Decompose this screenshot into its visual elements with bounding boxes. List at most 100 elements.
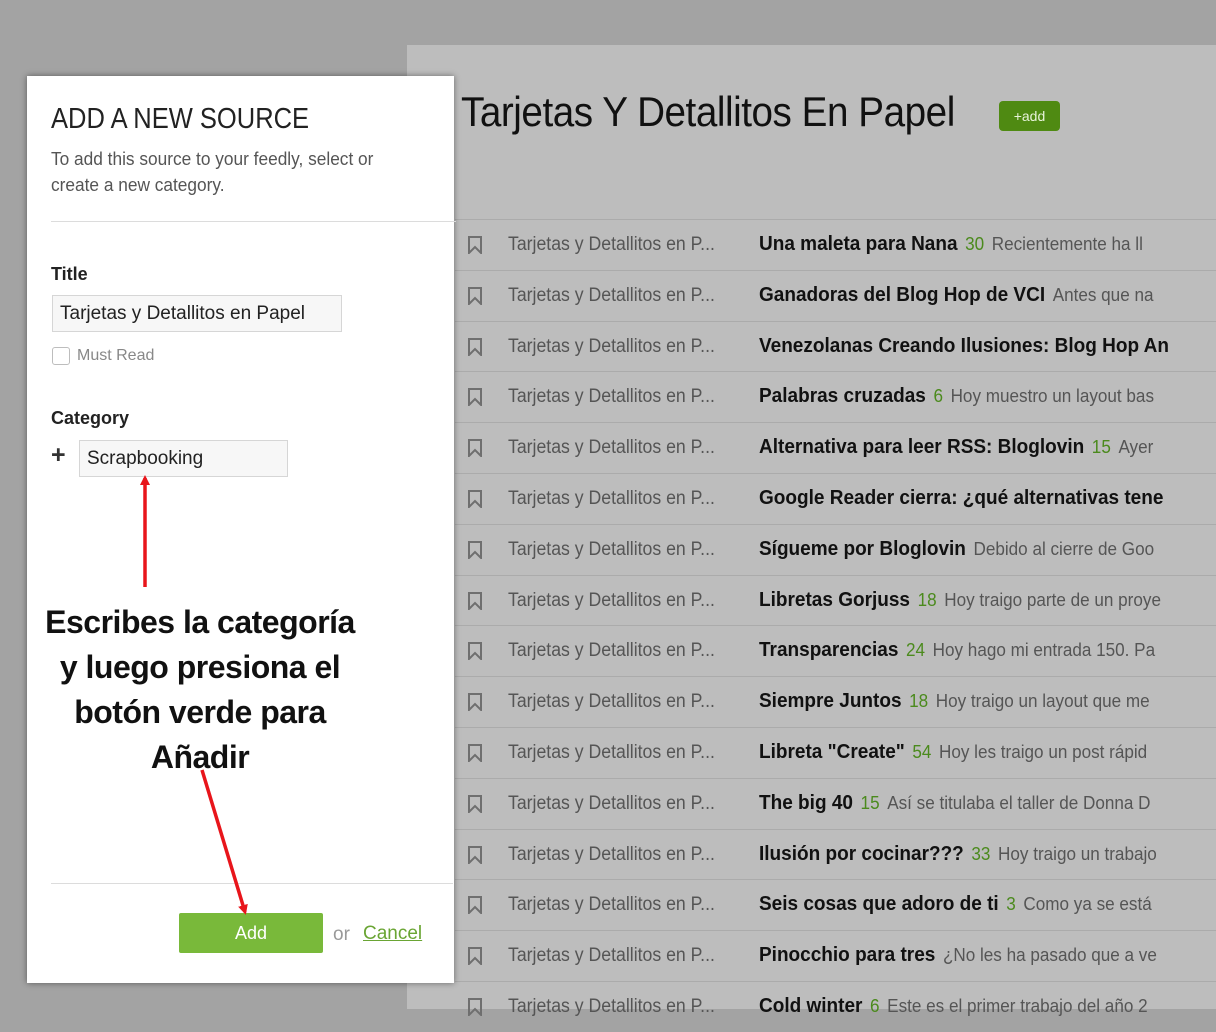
feed-row[interactable]: Tarjetas y Detallitos en P... Sígueme por… [455, 523, 1216, 575]
row-title[interactable]: Cold winter [759, 995, 862, 1017]
row-content[interactable]: Sígueme por Bloglovin Debido al cierre de… [759, 538, 1154, 561]
add-source-dialog: ADD A NEW SOURCE To add this source to y… [27, 76, 456, 983]
bookmark-icon[interactable] [468, 591, 482, 610]
row-title[interactable]: Sígueme por Bloglovin [759, 538, 966, 560]
bookmark-icon[interactable] [468, 489, 482, 508]
title-label: Title [51, 264, 88, 284]
bookmark-icon[interactable] [468, 286, 482, 305]
cancel-link[interactable]: Cancel [363, 923, 422, 945]
row-title[interactable]: Transparencias [759, 639, 898, 661]
row-count: 30 [965, 234, 985, 254]
title-input[interactable] [52, 295, 342, 332]
bookmark-icon[interactable] [468, 236, 482, 254]
row-source: Tarjetas y Detallitos en P... [508, 894, 715, 916]
bookmark-icon[interactable] [468, 388, 482, 407]
bookmark-icon[interactable] [468, 845, 482, 864]
row-title[interactable]: Venezolanas Creando Ilusiones: Blog Hop … [759, 335, 1169, 357]
add-button[interactable]: Add [179, 913, 323, 953]
row-content[interactable]: Ganadoras del Blog Hop de VCI Antes que n… [759, 284, 1153, 307]
bookmark-icon[interactable] [468, 337, 482, 356]
bookmark-icon[interactable] [468, 693, 482, 712]
feed-row[interactable]: Tarjetas y Detallitos en P... Venezolanas… [455, 320, 1216, 372]
row-content[interactable]: Venezolanas Creando Ilusiones: Blog Hop … [759, 335, 1169, 358]
feed-row[interactable]: Tarjetas y Detallitos en P... Cold winter… [455, 980, 1216, 1032]
feed-row[interactable]: Tarjetas y Detallitos en P... Pinocchio p… [455, 930, 1216, 981]
bookmark-icon[interactable] [468, 540, 482, 559]
bookmark-icon[interactable] [468, 896, 482, 915]
row-content[interactable]: Alternativa para leer RSS: Bloglovin 15 Ay… [759, 436, 1153, 459]
feed-row[interactable]: Tarjetas y Detallitos en P... Alternativa… [455, 422, 1216, 473]
feed-row[interactable]: Tarjetas y Detallitos en P... Libretas Go… [455, 574, 1216, 626]
bookmark-icon[interactable] [468, 794, 482, 813]
row-content[interactable]: Cold winter 6 Este es el primer trabajo de… [759, 995, 1148, 1018]
must-read-checkbox[interactable] [52, 347, 70, 365]
category-input[interactable] [79, 440, 288, 477]
row-content[interactable]: Seis cosas que adoro de ti 3 Como ya se es… [759, 893, 1152, 916]
dialog-divider-top [51, 221, 456, 222]
row-title[interactable]: Libreta "Create" [759, 741, 905, 763]
row-title[interactable]: Siempre Juntos [759, 690, 902, 712]
row-title[interactable]: Libretas Gorjuss [759, 589, 910, 611]
row-snippet: Hoy hago mi entrada 150. Pa [932, 640, 1156, 661]
feed-row[interactable]: Tarjetas y Detallitos en P... Seis cosas … [455, 879, 1216, 930]
row-snippet: Así se titulaba el taller de Donna D [887, 792, 1151, 813]
feed-row[interactable]: Tarjetas y Detallitos en P... Ilusión por… [455, 828, 1216, 880]
row-source: Tarjetas y Detallitos en P... [508, 741, 715, 763]
bookmark-icon[interactable] [468, 439, 482, 458]
feed-row[interactable]: Tarjetas y Detallitos en P... Una maleta … [455, 219, 1216, 270]
row-source: Tarjetas y Detallitos en P... [508, 538, 715, 560]
row-content[interactable]: The big 40 15 Así se titulaba el taller de… [759, 792, 1150, 815]
row-content[interactable]: Libreta "Create" 54 Hoy les traigo un post… [759, 741, 1147, 764]
row-content[interactable]: Transparencias 24 Hoy hago mi entrada 150.… [759, 639, 1155, 662]
row-source: Tarjetas y Detallitos en P... [508, 234, 715, 255]
feed-row[interactable]: Tarjetas y Detallitos en P... Transparenc… [455, 625, 1216, 676]
row-source: Tarjetas y Detallitos en P... [508, 945, 715, 967]
row-source: Tarjetas y Detallitos en P... [508, 792, 715, 814]
annotation-line: Escribes la categoría [45, 604, 355, 640]
row-snippet: Ayer [1118, 437, 1154, 458]
row-source: Tarjetas y Detallitos en P... [508, 284, 715, 306]
row-count: 6 [870, 995, 880, 1016]
row-title[interactable]: Pinocchio para tres [759, 944, 935, 966]
feed-row[interactable]: Tarjetas y Detallitos en P... Ganadoras d… [455, 269, 1216, 321]
feed-row[interactable]: Tarjetas y Detallitos en P... Palabras cr… [455, 371, 1216, 422]
feed-row[interactable]: Tarjetas y Detallitos en P... Siempre Jun… [455, 676, 1216, 727]
row-snippet: Como ya se está [1023, 894, 1152, 915]
row-count: 24 [906, 640, 926, 661]
row-title[interactable]: Google Reader cierra: ¿qué alternativas … [759, 487, 1163, 509]
row-count: 6 [933, 386, 943, 407]
bookmark-icon[interactable] [468, 743, 482, 762]
annotation-line: botón verde para [74, 694, 326, 730]
row-content[interactable]: Siempre Juntos 18 Hoy traigo un layout que… [759, 690, 1150, 713]
row-title[interactable]: Palabras cruzadas [759, 385, 926, 407]
row-count: 15 [860, 792, 880, 813]
feed-row[interactable]: Tarjetas y Detallitos en P... Google Read… [455, 472, 1216, 524]
bookmark-icon[interactable] [468, 997, 482, 1016]
row-content[interactable]: Google Reader cierra: ¿qué alternativas … [759, 487, 1163, 510]
row-count: 54 [912, 741, 932, 762]
add-feed-button[interactable]: +add [999, 101, 1060, 131]
dialog-divider-bottom [51, 883, 453, 884]
row-snippet: ¿No les ha pasado que a ve [942, 945, 1157, 966]
row-title[interactable]: Seis cosas que adoro de ti [759, 893, 999, 915]
row-title[interactable]: Ganadoras del Blog Hop de VCI [759, 284, 1045, 306]
bookmark-icon[interactable] [468, 947, 482, 966]
row-source: Tarjetas y Detallitos en P... [508, 386, 715, 408]
row-content[interactable]: Ilusión por cocinar??? 33 Hoy traigo un tr… [759, 843, 1157, 866]
row-snippet: Debido al cierre de Goo [973, 538, 1155, 559]
bookmark-icon[interactable] [468, 642, 482, 661]
row-title[interactable]: Alternativa para leer RSS: Bloglovin [759, 436, 1084, 458]
row-content[interactable]: Pinocchio para tres ¿No les ha pasado que… [759, 944, 1157, 967]
row-content[interactable]: Libretas Gorjuss 18 Hoy traigo parte de un… [759, 589, 1161, 612]
row-content[interactable]: Palabras cruzadas 6 Hoy muestro un layout … [759, 385, 1154, 408]
row-content[interactable]: Una maleta para Nana 30 Recientemente ha l… [759, 233, 1143, 256]
row-snippet: Hoy traigo parte de un proye [944, 589, 1161, 610]
row-snippet: Este es el primer trabajo del año 2 [887, 995, 1148, 1016]
row-title[interactable]: The big 40 [759, 792, 853, 814]
feed-row[interactable]: Tarjetas y Detallitos en P... Libreta "Cr… [455, 726, 1216, 778]
plus-icon[interactable]: + [51, 443, 66, 468]
annotation-line: Añadir [150, 739, 250, 775]
row-title[interactable]: Una maleta para Nana [759, 233, 958, 255]
feed-row[interactable]: Tarjetas y Detallitos en P... The big 40 1… [455, 777, 1216, 829]
row-title[interactable]: Ilusión por cocinar??? [759, 843, 964, 865]
